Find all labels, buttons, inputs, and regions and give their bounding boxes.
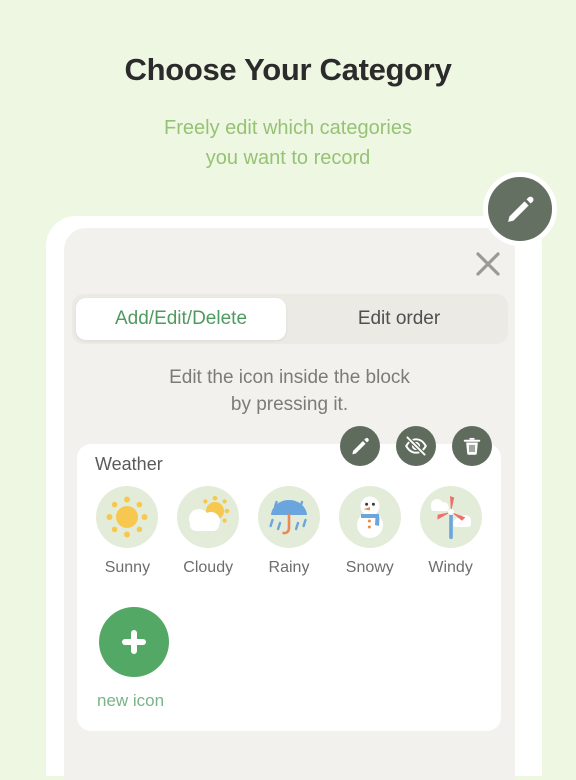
wind-turbine-icon: [419, 486, 482, 548]
delete-action-button[interactable]: [452, 426, 492, 466]
tab-bar: Add/Edit/Delete Edit order: [72, 294, 508, 344]
tab-add-edit-delete[interactable]: Add/Edit/Delete: [76, 298, 286, 340]
weather-item-rainy[interactable]: Rainy: [249, 486, 330, 577]
weather-item-sunny-label: Sunny: [104, 559, 151, 576]
plus-icon: [122, 630, 146, 654]
edit-fab-button[interactable]: [483, 172, 557, 246]
weather-item-snowy-label: Snowy: [345, 559, 394, 576]
eye-off-icon: [405, 435, 427, 457]
umbrella-rain-icon: [257, 486, 320, 548]
cloud-sun-icon: [177, 486, 240, 548]
tab-edit-order-label: Edit order: [357, 308, 441, 329]
page-title: Choose Your Category: [124, 52, 452, 87]
page-subtitle: Freely edit which categories you want to…: [0, 113, 576, 173]
weather-item-snowy[interactable]: Snowy: [329, 486, 410, 577]
instruction-line-2: by pressing it.: [230, 394, 349, 415]
tab-edit-order[interactable]: Edit order: [294, 298, 504, 340]
instruction-line-1: Edit the icon inside the block: [169, 367, 410, 388]
weather-card-title: Weather: [95, 454, 163, 474]
weather-category-card: Weather Sunny Cloudy Rainy Snowy Windy n…: [77, 444, 501, 731]
close-button[interactable]: [470, 246, 506, 282]
page-subtitle-line-1: Freely edit which categories: [164, 117, 412, 139]
tab-add-edit-delete-label: Add/Edit/Delete: [114, 308, 248, 329]
weather-item-cloudy[interactable]: Cloudy: [168, 486, 249, 577]
sun-icon: [96, 486, 159, 548]
trash-icon: [463, 437, 481, 455]
add-new-icon-button[interactable]: [99, 607, 169, 677]
edit-action-button[interactable]: [340, 426, 380, 466]
weather-item-windy-label: Windy: [428, 559, 473, 576]
add-new-icon-label: new icon: [97, 691, 165, 710]
close-icon: [476, 252, 500, 276]
weather-item-windy[interactable]: Windy: [410, 486, 491, 577]
action-button-row: [340, 426, 492, 466]
weather-item-cloudy-label: Cloudy: [183, 559, 234, 576]
pencil-icon: [508, 196, 534, 222]
add-new-icon-cell[interactable]: new icon: [97, 607, 207, 711]
snowman-icon: [338, 486, 401, 548]
instruction-text: Edit the icon inside the block by pressi…: [64, 364, 515, 418]
pencil-icon: [352, 438, 369, 455]
weather-item-rainy-label: Rainy: [268, 559, 310, 576]
weather-icon-grid: Sunny Cloudy Rainy Snowy Windy: [87, 486, 491, 577]
hide-action-button[interactable]: [396, 426, 436, 466]
weather-item-sunny[interactable]: Sunny: [87, 486, 168, 577]
page-subtitle-line-2: you want to record: [205, 147, 371, 169]
